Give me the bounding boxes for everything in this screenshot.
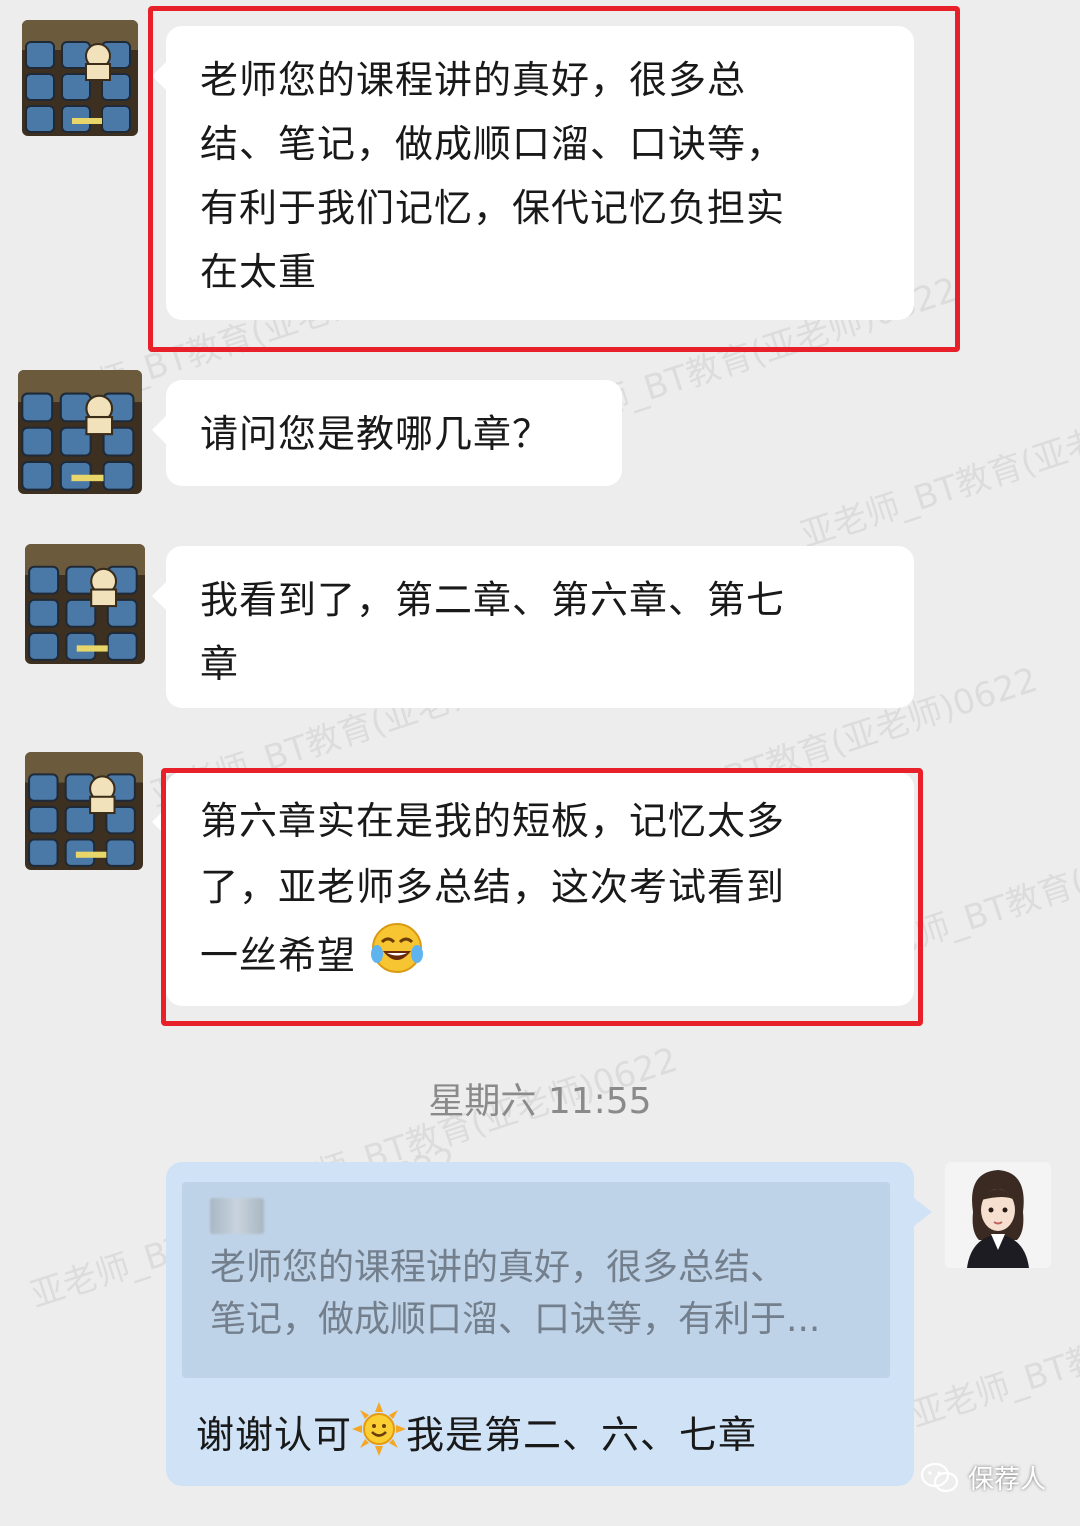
self-avatar[interactable] xyxy=(945,1162,1051,1268)
quoted-sender-avatar xyxy=(210,1198,264,1234)
watermark-text: 亚老师_BT教育(亚老师)0622 xyxy=(795,379,1080,556)
message-timestamp: 星期六 11:55 xyxy=(428,1081,652,1122)
footer-label: 保荐人 xyxy=(967,1465,1046,1495)
message-bubble[interactable]: 老师您的课程讲的真好，很多总 结、笔记，做成顺口溜、口诀等， 有利于我们记忆，保… xyxy=(152,26,914,320)
reply-text-after: 我是第二、六、七章 xyxy=(406,1413,758,1457)
contact-avatar[interactable] xyxy=(18,370,142,494)
message-line: 老师您的课程讲的真好，很多总 xyxy=(200,58,747,102)
reply-text: 谢谢认可 我是第二、六、七章 xyxy=(196,1402,757,1473)
message-bubble[interactable]: 我看到了，第二章、第六章、第七 章 xyxy=(152,546,914,708)
tears-of-joy-emoji xyxy=(369,920,425,996)
quoted-line: 笔记，做成顺口溜、口诀等，有利于... xyxy=(210,1299,821,1340)
message-line: 在太重 xyxy=(200,250,318,294)
wechat-icon xyxy=(920,1462,959,1492)
message-line: 我看到了，第二章、第六章、第七 xyxy=(200,578,786,622)
message-line: 有利于我们记忆，保代记忆负担实 xyxy=(200,186,786,230)
message-line: 请问您是教哪几章？ xyxy=(200,412,552,456)
reply-text-before: 谢谢认可 xyxy=(196,1413,353,1457)
watermark-text: 亚老师_BT教育(亚老师)0622 xyxy=(905,1259,1080,1436)
message-line-with-emoji: 一丝希望 xyxy=(200,920,880,996)
message-line: 章 xyxy=(200,642,240,686)
message-line: 了，亚老师多总结，这次考试看到 xyxy=(200,865,786,909)
message-line: 一丝希望 xyxy=(200,933,357,978)
message-line: 结、笔记，做成顺口溜、口诀等， xyxy=(200,122,786,166)
contact-avatar[interactable] xyxy=(22,20,138,136)
quoted-line: 老师您的课程讲的真好，很多总结、 xyxy=(210,1247,787,1288)
contact-avatar[interactable] xyxy=(25,752,143,870)
message-bubble[interactable]: 第六章实在是我的短板，记忆太多 了，亚老师多总结，这次考试看到 一丝希望 xyxy=(152,772,914,1006)
quoted-message[interactable]: 老师您的课程讲的真好，很多总结、 笔记，做成顺口溜、口诀等，有利于... xyxy=(182,1182,890,1378)
contact-avatar[interactable] xyxy=(25,544,145,664)
message-bubble[interactable]: 请问您是教哪几章？ xyxy=(152,380,622,486)
message-line: 第六章实在是我的短板，记忆太多 xyxy=(200,799,786,843)
footer-watermark: 保荐人 xyxy=(920,1459,1046,1496)
sun-emoji xyxy=(352,1402,407,1473)
